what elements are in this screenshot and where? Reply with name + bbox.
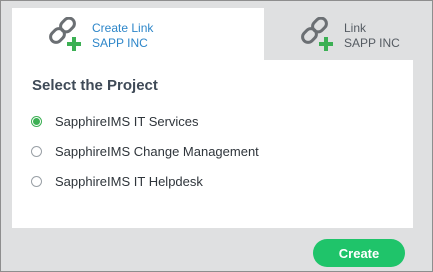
link-add-icon: [49, 17, 81, 51]
dialog-frame: Create Link SAPP INC Link SAPP INC Selec…: [0, 0, 433, 272]
project-option-change-management[interactable]: SapphireIMS Change Management: [31, 142, 259, 160]
radio-button[interactable]: [31, 175, 42, 187]
tab-bar: Create Link SAPP INC Link SAPP INC: [1, 1, 432, 60]
project-option-label: SapphireIMS IT Helpdesk: [55, 173, 203, 189]
radio-button-selected[interactable]: [31, 115, 42, 127]
panel-title: Select the Project: [32, 77, 158, 94]
radio-button[interactable]: [31, 145, 42, 157]
link-add-icon: [301, 17, 333, 51]
tab-link[interactable]: Link SAPP INC: [264, 8, 413, 60]
tab-link-org: SAPP INC: [344, 36, 400, 50]
project-option-it-helpdesk[interactable]: SapphireIMS IT Helpdesk: [31, 172, 203, 190]
tab-link-title: Link: [344, 21, 367, 35]
tab-link-text: Link SAPP INC: [344, 21, 400, 51]
create-button[interactable]: Create: [313, 239, 405, 267]
tab-create-link[interactable]: Create Link SAPP INC: [12, 8, 264, 60]
project-option-label: SapphireIMS IT Services: [55, 113, 199, 129]
tab-create-link-org: SAPP INC: [92, 36, 148, 50]
project-panel: Select the Project SapphireIMS IT Servic…: [12, 60, 413, 228]
tab-create-link-title: Create Link: [92, 21, 154, 35]
project-option-label: SapphireIMS Change Management: [55, 143, 259, 159]
project-option-it-services[interactable]: SapphireIMS IT Services: [31, 112, 199, 130]
tab-create-link-text: Create Link SAPP INC: [92, 21, 153, 51]
